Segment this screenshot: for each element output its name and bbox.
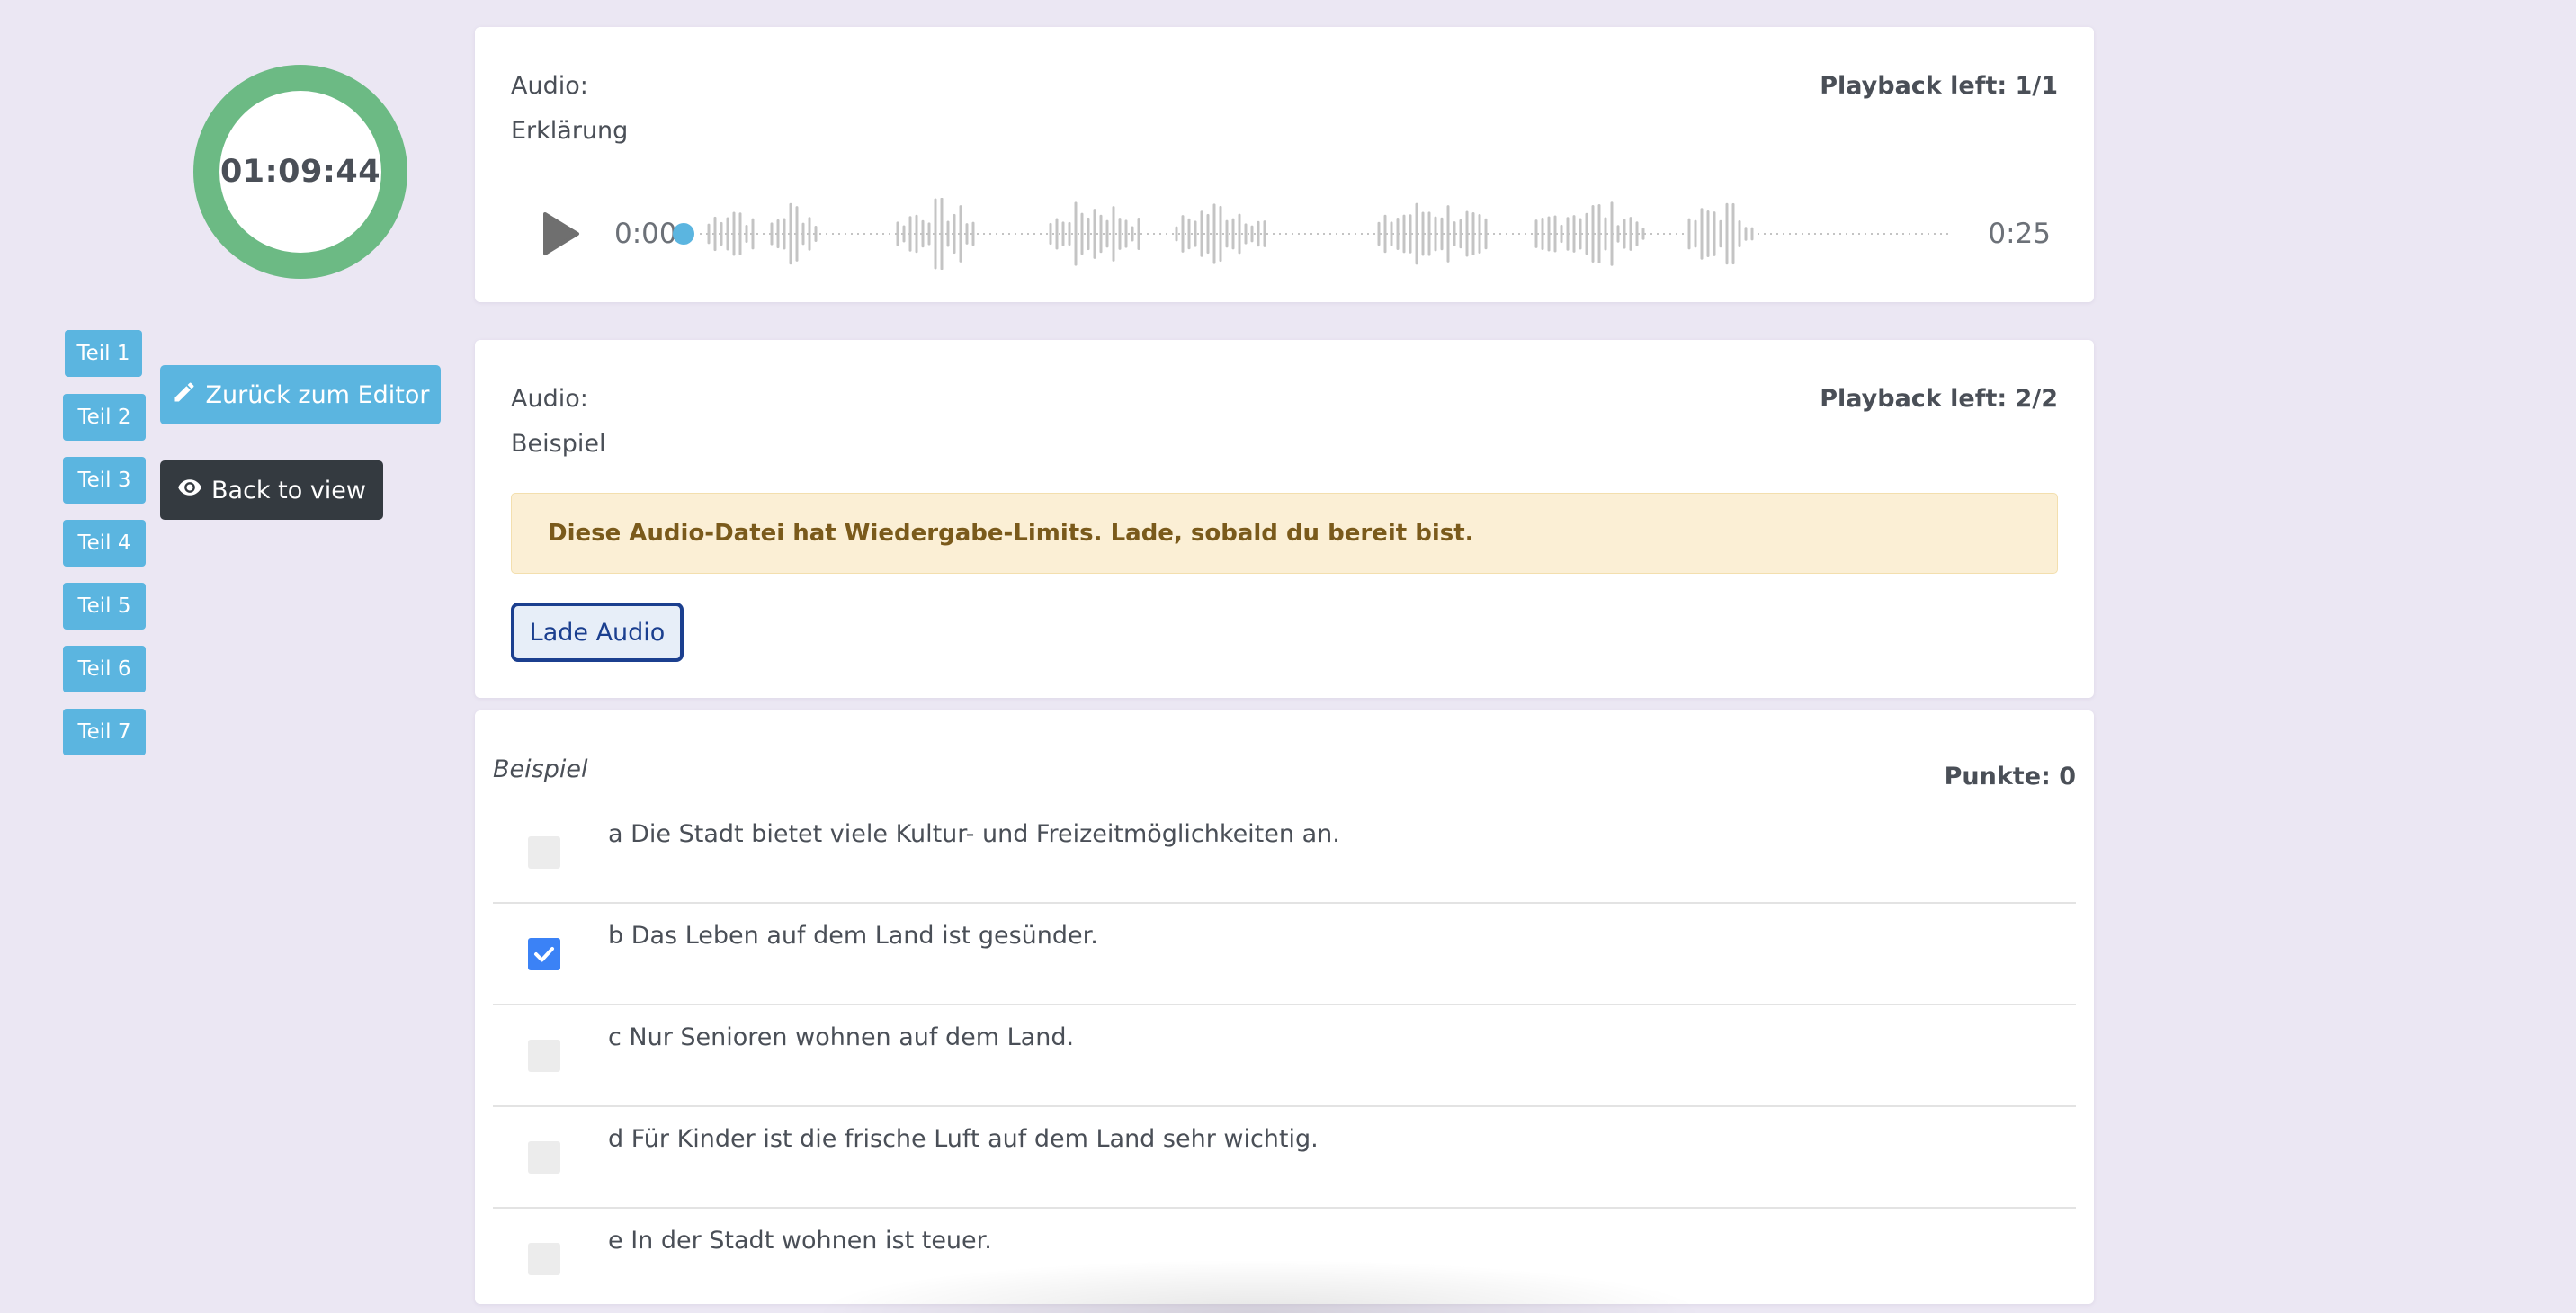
audio-label: Audio: (511, 385, 588, 413)
check-icon (534, 947, 554, 962)
playhead-dot (673, 223, 694, 245)
answer-checkbox-b[interactable] (528, 938, 560, 970)
part-label: Teil 5 (77, 594, 131, 618)
playback-left: Playback left: 2/2 (1820, 385, 2058, 413)
part-button-3[interactable]: Teil 3 (63, 457, 146, 504)
audio-label: Audio: (511, 72, 588, 100)
back-to-view-label: Back to view (211, 476, 366, 505)
back-to-view-button[interactable]: Back to view (160, 460, 383, 520)
answer-text-b: b Das Leben auf dem Land ist gesünder. (608, 922, 1098, 950)
part-label: Teil 2 (77, 406, 131, 429)
question-row-c: c Nur Senioren wohnen auf dem Land. (493, 1004, 2076, 1107)
answer-checkbox-a[interactable] (528, 836, 560, 869)
play-icon (543, 212, 579, 255)
back-to-editor-button[interactable]: Zurück zum Editor (160, 365, 441, 424)
answer-text-d: d Für Kinder ist die frische Luft auf de… (608, 1125, 1319, 1153)
answer-checkbox-c[interactable] (528, 1040, 560, 1072)
playback-limit-alert: Diese Audio-Datei hat Wiedergabe-Limits.… (511, 493, 2058, 574)
part-button-6[interactable]: Teil 6 (63, 646, 146, 692)
audio-name: Erklärung (511, 117, 629, 145)
audio-card-explanation: Audio: Playback left: 1/1 Erklärung 0:00… (475, 27, 2094, 302)
timer-text: 01:09:44 (219, 154, 381, 190)
part-label: Teil 4 (77, 531, 131, 555)
question-row-d: d Für Kinder ist die frische Luft auf de… (493, 1105, 2076, 1209)
answer-checkbox-d[interactable] (528, 1141, 560, 1174)
question-title: Beispiel (493, 755, 588, 783)
part-label: Teil 3 (77, 469, 131, 492)
part-label: Teil 6 (77, 657, 131, 681)
part-button-7[interactable]: Teil 7 (63, 709, 146, 755)
part-button-4[interactable]: Teil 4 (63, 520, 146, 567)
part-button-2[interactable]: Teil 2 (63, 394, 146, 441)
audio-name: Beispiel (511, 430, 606, 458)
countdown-timer: 01:09:44 (193, 65, 407, 279)
alert-text: Diese Audio-Datei hat Wiedergabe-Limits.… (548, 520, 1474, 547)
current-time: 0:00 (614, 218, 677, 250)
part-button-5[interactable]: Teil 5 (63, 583, 146, 630)
part-label: Teil 1 (76, 342, 130, 365)
audio-card-example: Audio: Playback left: 2/2 Beispiel Diese… (475, 340, 2094, 698)
part-label: Teil 7 (77, 720, 131, 744)
play-button[interactable] (538, 207, 583, 261)
eye-icon (177, 475, 202, 506)
scroll-shadow (809, 1259, 1709, 1313)
question-row-a: a Die Stadt bietet viele Kultur- und Fre… (493, 800, 2076, 904)
answer-text-c: c Nur Senioren wohnen auf dem Land. (608, 1023, 1075, 1051)
points-display: Punkte: 0 (1944, 763, 2076, 790)
waveform-scrubber[interactable] (673, 198, 1950, 270)
duration: 0:25 (1988, 218, 2051, 250)
timer-face: 01:09:44 (219, 91, 381, 253)
load-audio-button[interactable]: Lade Audio (511, 603, 684, 662)
load-audio-label: Lade Audio (529, 618, 666, 647)
playback-left: Playback left: 1/1 (1820, 72, 2058, 100)
answer-text-e: e In der Stadt wohnen ist teuer. (608, 1227, 992, 1255)
audio-player: 0:00 0:25 (511, 189, 2058, 279)
question-row-b: b Das Leben auf dem Land ist gesünder. (493, 902, 2076, 1005)
answer-text-a: a Die Stadt bietet viele Kultur- und Fre… (608, 820, 1340, 848)
question-card: Beispiel Punkte: 0 a Die Stadt bietet vi… (475, 710, 2094, 1304)
pencil-icon (172, 380, 197, 411)
part-button-1[interactable]: Teil 1 (65, 330, 142, 377)
back-to-editor-label: Zurück zum Editor (205, 380, 430, 409)
answer-checkbox-e[interactable] (528, 1243, 560, 1275)
